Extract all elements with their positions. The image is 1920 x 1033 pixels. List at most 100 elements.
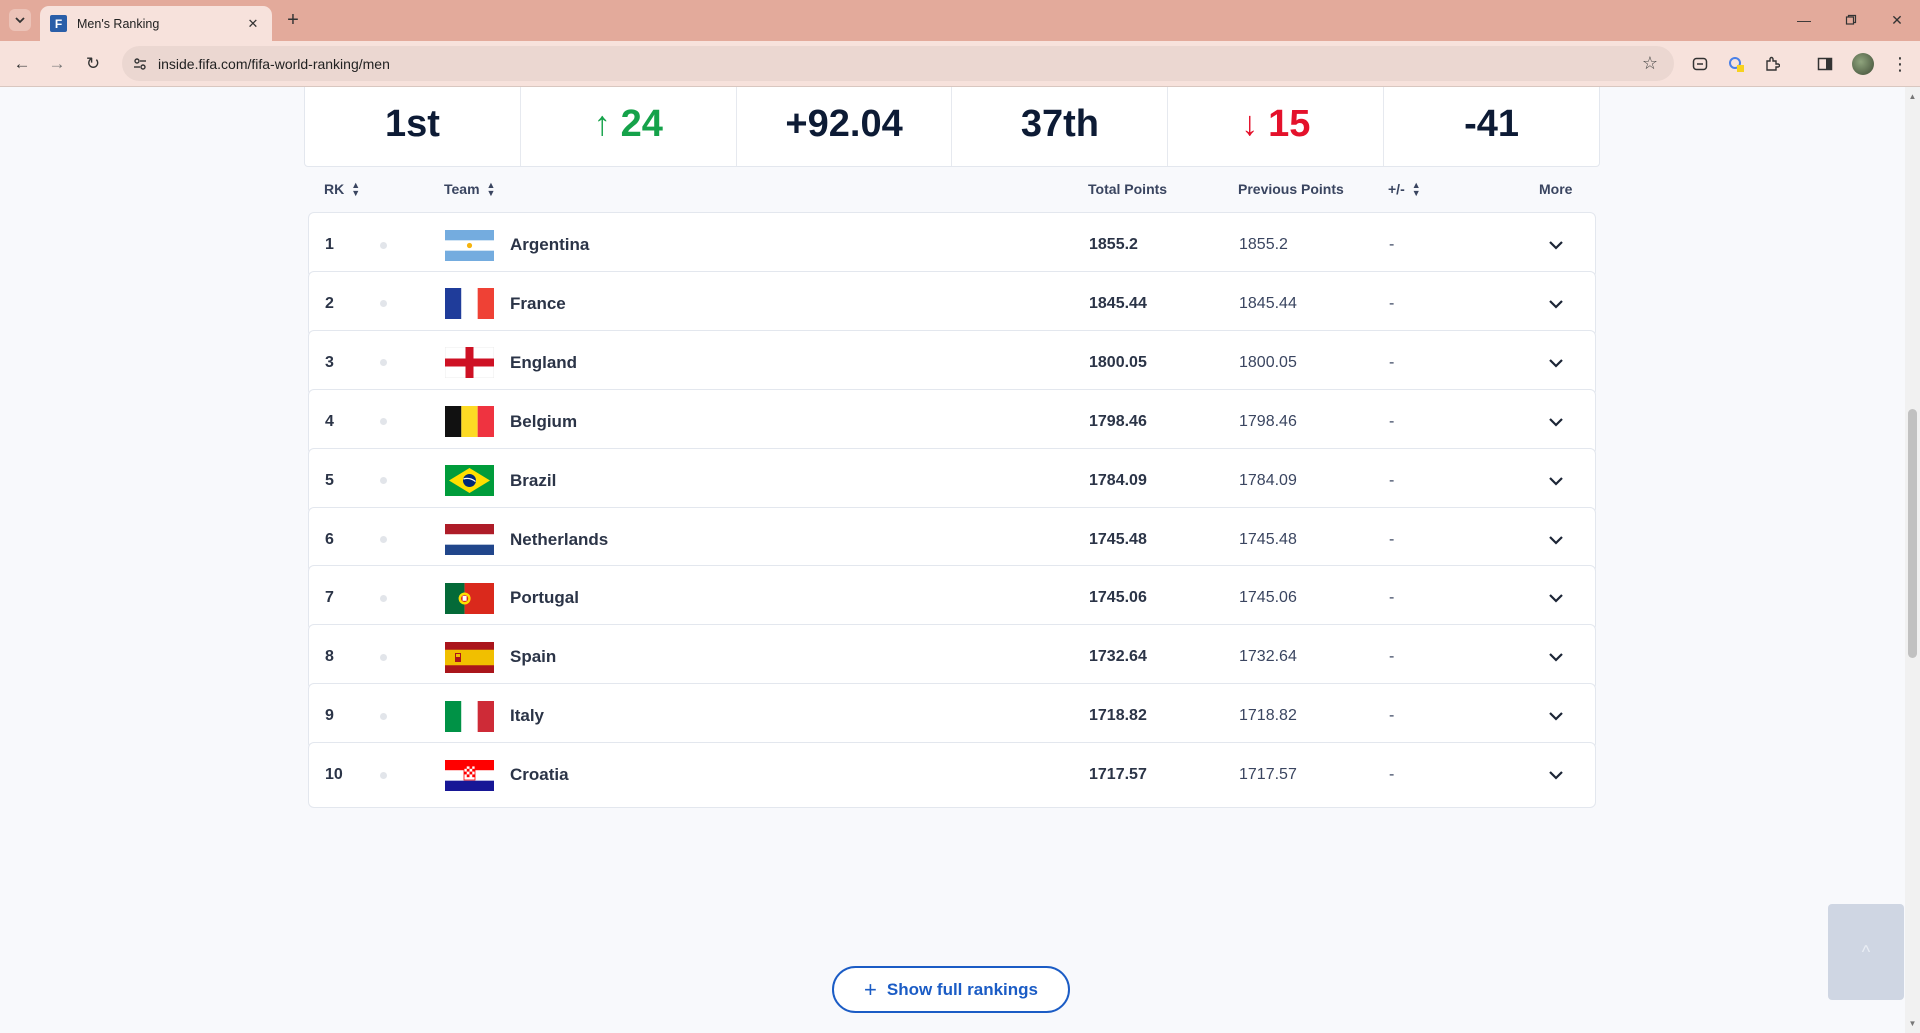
minimize-icon[interactable]: — — [1792, 8, 1816, 32]
tab-close-icon[interactable]: ✕ — [244, 16, 262, 32]
address-bar[interactable]: inside.fifa.com/fifa-world-ranking/men ☆ — [122, 46, 1674, 81]
page-scrollbar[interactable]: ▲ ▼ — [1905, 87, 1920, 1033]
stat-value: 37th — [1020, 103, 1099, 145]
previous-points: 1732.64 — [1239, 648, 1297, 666]
header-rank-label: RK — [324, 181, 345, 197]
extension-google-icon[interactable] — [1725, 53, 1747, 75]
expand-chevron-down-icon[interactable] — [1544, 625, 1568, 689]
expand-chevron-down-icon[interactable] — [1544, 684, 1568, 748]
ranking-row[interactable]: 9 Italy 1718.82 1718.82 - — [308, 683, 1596, 750]
points-diff: - — [1389, 766, 1395, 784]
team-name[interactable]: Italy — [510, 684, 544, 748]
sort-icon[interactable]: ▲ ▼ — [1412, 181, 1421, 198]
sort-icon[interactable]: ▲ ▼ — [351, 181, 360, 198]
header-team[interactable]: Team ▲ ▼ — [444, 181, 496, 198]
url-text[interactable]: inside.fifa.com/fifa-world-ranking/men — [158, 56, 1636, 72]
team-name[interactable]: England — [510, 331, 577, 395]
ranking-row[interactable]: 3 England 1800.05 1800.05 - — [308, 329, 1596, 396]
flag-spain-icon — [445, 625, 494, 689]
flag-netherlands-icon — [445, 508, 494, 572]
ranking-row[interactable]: 5 Brazil 1784.09 1784.09 - — [308, 447, 1596, 514]
ranking-row[interactable]: 4 Belgium 1798.46 1798.46 - — [308, 388, 1596, 455]
expand-chevron-down-icon[interactable] — [1544, 213, 1568, 277]
expand-chevron-down-icon[interactable] — [1544, 331, 1568, 395]
reload-icon[interactable]: ↻ — [80, 51, 106, 77]
flag-england-icon — [445, 331, 494, 395]
sort-icon[interactable]: ▲ ▼ — [487, 181, 496, 198]
ranking-row[interactable]: 10 Croatia 1717.57 1717.57 - — [308, 742, 1596, 809]
expand-chevron-down-icon[interactable] — [1544, 390, 1568, 454]
back-to-top-button[interactable]: ^ — [1828, 904, 1904, 1000]
table-header: RK ▲ ▼ Team ▲ ▼ Total Points Previous Poin… — [304, 169, 1600, 209]
scroll-down-icon[interactable]: ▼ — [1905, 1016, 1920, 1031]
rank-number: 6 — [325, 530, 334, 548]
stat-biggest-rise: ↑ 24 — [521, 87, 737, 166]
total-points: 1845.44 — [1089, 294, 1147, 312]
side-panel-icon[interactable] — [1814, 53, 1836, 75]
back-arrow-icon[interactable]: ← — [9, 51, 35, 77]
neutral-dot-icon — [380, 477, 387, 485]
stat-value: 24 — [620, 103, 663, 145]
ranking-row[interactable]: 8 Spain 1732.64 1732.64 - — [308, 624, 1596, 691]
neutral-dot-icon — [380, 653, 387, 661]
menu-kebab-icon[interactable]: ⋮ — [1889, 53, 1911, 75]
show-full-rankings-button[interactable]: + Show full rankings — [832, 966, 1070, 1013]
points-diff: - — [1389, 471, 1395, 489]
expand-chevron-down-icon[interactable] — [1544, 449, 1568, 513]
previous-points: 1718.82 — [1239, 707, 1297, 725]
team-name[interactable]: Netherlands — [510, 508, 608, 572]
rank-change-indicator — [380, 213, 387, 277]
previous-points: 1855.2 — [1239, 236, 1288, 253]
team-name[interactable]: France — [510, 272, 566, 336]
scrollbar-thumb[interactable] — [1908, 409, 1917, 658]
bookmark-star-icon[interactable]: ☆ — [1636, 53, 1664, 74]
chevron-up-icon: ^ — [1861, 941, 1871, 962]
expand-chevron-down-icon[interactable] — [1544, 566, 1568, 630]
rank-change-indicator — [380, 508, 387, 572]
profile-avatar[interactable] — [1852, 53, 1874, 75]
expand-chevron-down-icon[interactable] — [1544, 272, 1568, 336]
ranking-row[interactable]: 6 Netherlands 1745.48 1745.48 - — [308, 506, 1596, 573]
team-name[interactable]: Spain — [510, 625, 556, 689]
neutral-dot-icon — [380, 359, 387, 367]
site-info-icon[interactable] — [130, 54, 150, 74]
restore-icon[interactable] — [1839, 8, 1863, 32]
total-points: 1745.06 — [1089, 589, 1147, 607]
previous-points: 1784.09 — [1239, 471, 1297, 489]
team-name[interactable]: Argentina — [510, 213, 589, 277]
team-name[interactable]: Belgium — [510, 390, 577, 454]
previous-points: 1845.44 — [1239, 294, 1297, 312]
browser-tab[interactable]: F Men's Ranking ✕ — [40, 6, 272, 41]
ranking-row[interactable]: 7 Portugal 1745.06 1745.06 - — [308, 565, 1596, 632]
team-name[interactable]: Croatia — [510, 743, 569, 807]
stat-points-gain: +92.04 — [737, 87, 953, 166]
points-diff: - — [1389, 412, 1395, 430]
neutral-dot-icon — [380, 771, 387, 779]
header-diff[interactable]: +/- ▲ ▼ — [1388, 181, 1421, 198]
fifa-favicon-icon: F — [50, 15, 67, 32]
close-window-icon[interactable]: ✕ — [1885, 8, 1909, 32]
extensions-puzzle-icon[interactable] — [1761, 53, 1783, 75]
team-name[interactable]: Brazil — [510, 449, 556, 513]
flag-france-icon — [445, 272, 494, 336]
rank-change-indicator — [380, 684, 387, 748]
ranking-row[interactable]: 2 France 1845.44 1845.44 - — [308, 270, 1596, 337]
points-diff: - — [1389, 353, 1395, 371]
header-rank[interactable]: RK ▲ ▼ — [324, 181, 360, 198]
expand-chevron-down-icon[interactable] — [1544, 508, 1568, 572]
stat-value: +92.04 — [785, 103, 903, 145]
rank-number: 3 — [325, 353, 334, 371]
expand-chevron-down-icon[interactable] — [1544, 743, 1568, 807]
total-points: 1784.09 — [1089, 471, 1147, 489]
tab-search-button[interactable] — [9, 9, 31, 31]
flag-belgium-icon — [445, 390, 494, 454]
neutral-dot-icon — [380, 594, 387, 602]
scroll-up-icon[interactable]: ▲ — [1905, 89, 1920, 104]
forward-arrow-icon[interactable]: → — [44, 51, 70, 77]
team-name[interactable]: Portugal — [510, 566, 579, 630]
extension-chat-icon[interactable] — [1689, 53, 1711, 75]
new-tab-button[interactable]: + — [281, 8, 305, 32]
ranking-row[interactable]: 1 Argentina 1855.2 1855.2 - — [308, 212, 1596, 278]
flag-portugal-icon — [445, 566, 494, 630]
header-team-label: Team — [444, 181, 480, 197]
